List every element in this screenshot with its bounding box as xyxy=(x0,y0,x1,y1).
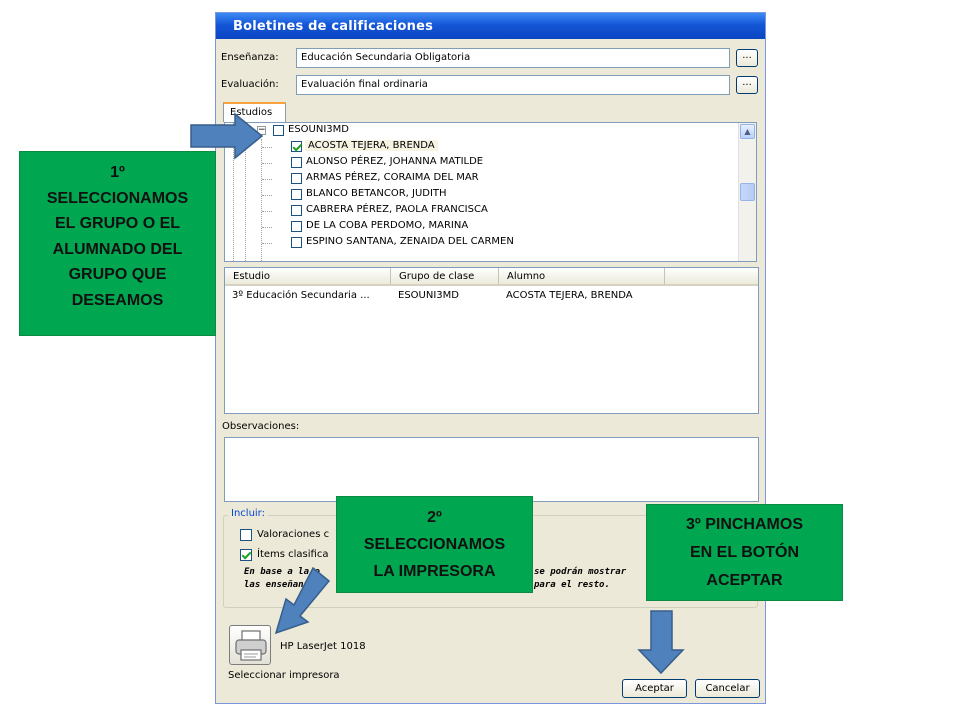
step2-line: SELECCIONAMOS xyxy=(363,536,506,553)
step1-line: EL GRUPO O EL xyxy=(54,215,181,232)
step3-line: 3º PINCHAMOS xyxy=(686,516,803,533)
arrow-down-icon xyxy=(637,610,685,675)
step2-line: 2º xyxy=(427,509,442,526)
step3-line: EN EL BOTÓN xyxy=(689,544,800,561)
step1-line: DESEAMOS xyxy=(71,291,164,309)
arrow-down-left-icon xyxy=(274,566,331,635)
step1-line: GRUPO QUE xyxy=(68,266,167,283)
step3-note: 3º PINCHAMOS EN EL BOTÓN ACEPTAR xyxy=(646,504,843,601)
step3-line: ACEPTAR xyxy=(706,572,783,589)
step1-line: ALUMNADO DEL xyxy=(52,240,183,258)
step1-note: 1º SELECCIONAMOS EL GRUPO O EL ALUMNADO … xyxy=(19,151,216,336)
step1-line: SELECCIONAMOS xyxy=(46,189,189,207)
step1-line: 1º xyxy=(110,164,125,181)
annotation-arrows xyxy=(190,112,685,675)
step2-line: LA IMPRESORA xyxy=(373,563,496,580)
step2-note: 2º SELECCIONAMOS LA IMPRESORA xyxy=(336,496,533,593)
